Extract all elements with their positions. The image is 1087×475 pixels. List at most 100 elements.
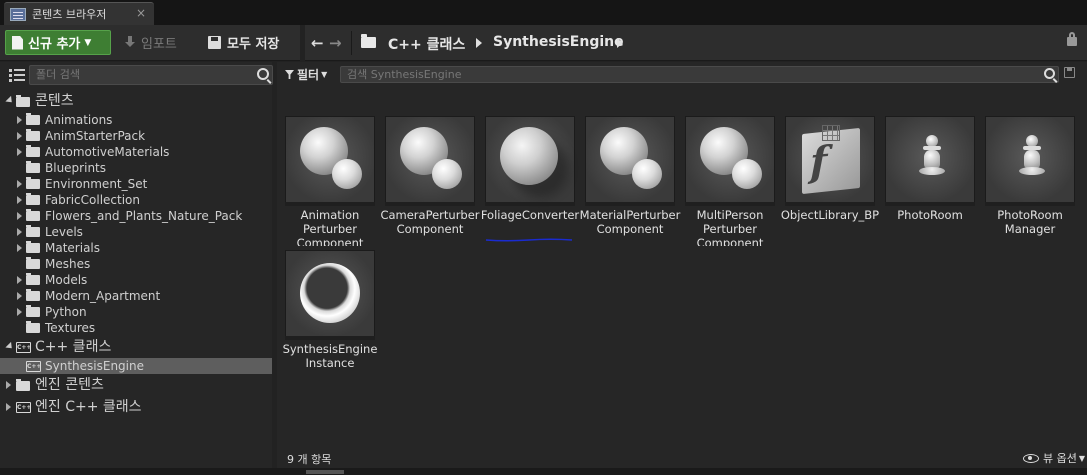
thumbnail-footer (385, 202, 475, 206)
status-bar: 9 개 항목 뷰 옵션 ▼ (277, 446, 1087, 468)
folder-icon (26, 145, 40, 157)
tree-item[interactable]: Materials (0, 240, 272, 256)
browser-frame: 신규 추가 ▼ 임포트 모두 저장 ← → C++ 클래스 SynthesisE… (0, 25, 1087, 475)
asset-tile[interactable]: PhotoRoom (885, 116, 977, 246)
collapsed-arrow-icon[interactable] (17, 196, 22, 204)
breadcrumb-arrow-icon[interactable] (476, 38, 482, 48)
tree-item[interactable]: C++ C++ 클래스 (0, 336, 272, 358)
tree-item[interactable]: Environment_Set (0, 176, 272, 192)
tree-item[interactable]: Meshes (0, 256, 272, 272)
collapsed-arrow-icon[interactable] (6, 403, 11, 411)
folder-icon (26, 113, 40, 125)
thumbnail-footer (285, 202, 375, 206)
tree-item[interactable]: Models (0, 272, 272, 288)
tree-item-label: Blueprints (45, 161, 107, 175)
asset-tile[interactable]: FoliageConverter (481, 116, 579, 246)
back-arrow-icon[interactable]: ← (311, 34, 324, 52)
asset-label: PhotoRoom (897, 208, 963, 222)
import-button[interactable]: 임포트 (124, 33, 177, 52)
tree-item[interactable]: Modern_Apartment (0, 288, 272, 304)
forward-arrow-icon[interactable]: → (329, 34, 342, 52)
asset-search-input[interactable]: 검색 SynthesisEngine (340, 66, 1059, 83)
collapsed-arrow-icon[interactable] (17, 148, 22, 156)
asset-label: FoliageConverter (480, 208, 580, 222)
asset-label: SynthesisEngine Instance (282, 342, 378, 370)
collapsed-arrow-icon[interactable] (17, 308, 22, 316)
tree-item[interactable]: Textures (0, 320, 272, 336)
tree-item[interactable]: Levels (0, 224, 272, 240)
folder-icon (26, 225, 40, 237)
tab-label: 콘텐츠 브라우저 (32, 8, 107, 21)
thumbnail-footer (685, 202, 775, 206)
collapsed-arrow-icon[interactable] (17, 132, 22, 140)
save-search-icon[interactable] (1064, 67, 1075, 78)
breadcrumb-arrow-icon[interactable] (617, 38, 623, 48)
add-new-button[interactable]: 신규 추가 ▼ (5, 30, 111, 55)
tree-item[interactable]: FabricCollection (0, 192, 272, 208)
folder-icon (26, 289, 40, 301)
close-icon[interactable]: × (136, 6, 146, 20)
annotation-underline (485, 238, 573, 242)
sources-panel: 폴더 검색 콘텐츠 Animations AnimStarterPack Automo… (0, 62, 273, 468)
collapsed-arrow-icon[interactable] (17, 116, 22, 124)
tab-content-browser[interactable]: 콘텐츠 브라우저 × (4, 2, 154, 25)
tree-item-label: Materials (45, 241, 101, 255)
folder-search-input[interactable]: 폴더 검색 (29, 65, 273, 85)
thumbnail-footer (585, 202, 675, 206)
folder-icon (26, 193, 40, 205)
folder-icon (26, 241, 40, 253)
collapsed-arrow-icon[interactable] (17, 228, 22, 236)
asset-tile[interactable]: CameraPerturber Component (380, 116, 480, 246)
tree-item-label: AutomotiveMaterials (45, 145, 170, 159)
collapsed-arrow-icon[interactable] (17, 292, 22, 300)
collapsed-arrow-icon[interactable] (17, 212, 22, 220)
sources-toggle-icon[interactable] (9, 69, 25, 82)
lock-icon[interactable] (1067, 32, 1077, 46)
tab-strip: 콘텐츠 브라우저 × (0, 0, 1087, 25)
folder-icon (26, 305, 40, 317)
breadcrumb-synthesis-engine[interactable]: SynthesisEngine (493, 34, 624, 50)
save-all-label: 모두 저장 (227, 37, 280, 52)
tree-item-label: AnimStarterPack (45, 129, 146, 143)
asset-tile[interactable]: Animation Perturber Component (285, 116, 377, 246)
tree-item[interactable]: Flowers_and_Plants_Nature_Pack (0, 208, 272, 224)
tree-item[interactable]: C++ SynthesisEngine (0, 358, 272, 374)
asset-label: ObjectLibrary_BP (780, 208, 880, 222)
tree-item[interactable]: C++ 엔진 C++ 클래스 (0, 396, 272, 418)
asset-tile[interactable]: MultiPerson Perturber Component (685, 116, 777, 246)
folder-icon (16, 379, 30, 391)
scrollbar-thumb[interactable] (306, 470, 344, 474)
tree-item-label: Textures (45, 321, 96, 335)
filter-label: 필터 (297, 68, 320, 82)
asset-tile[interactable]: SynthesisEngine Instance (283, 250, 377, 380)
tree-item[interactable]: Blueprints (0, 160, 272, 176)
tree-item-label: Python (45, 305, 87, 319)
collapsed-arrow-icon[interactable] (17, 276, 22, 284)
collapsed-arrow-icon[interactable] (17, 180, 22, 188)
view-options-button[interactable]: 뷰 옵션 ▼ (1022, 450, 1085, 466)
tree-item[interactable]: 콘텐츠 (0, 90, 272, 112)
folder-icon (26, 177, 40, 189)
collapsed-arrow-icon[interactable] (17, 244, 22, 252)
add-new-label: 신규 추가 (28, 37, 81, 52)
expanded-arrow-icon[interactable] (5, 95, 15, 106)
save-icon (208, 36, 221, 49)
tree-item-label: 엔진 C++ 클래스 (35, 399, 142, 415)
tree-item[interactable]: Python (0, 304, 272, 320)
filter-button[interactable]: 필터 ▼ (285, 66, 327, 83)
tree-item[interactable]: 엔진 콘텐츠 (0, 374, 272, 396)
save-all-button[interactable]: 모두 저장 (208, 33, 279, 52)
cpp-folder-icon: C++ (26, 361, 42, 372)
expanded-arrow-icon[interactable] (5, 341, 15, 352)
asset-tile[interactable]: MaterialPerturber Component (580, 116, 680, 246)
folder-icon[interactable] (361, 34, 376, 48)
folder-search-placeholder: 폴더 검색 (36, 68, 80, 81)
tree-item[interactable]: AutomotiveMaterials (0, 144, 272, 160)
breadcrumb-cpp-classes[interactable]: C++ 클래스 (388, 34, 465, 54)
tree-item[interactable]: Animations (0, 112, 272, 128)
tree-item[interactable]: AnimStarterPack (0, 128, 272, 144)
asset-tile[interactable]: PhotoRoom Manager (985, 116, 1077, 246)
folder-icon (16, 95, 30, 107)
asset-tile[interactable]: ObjectLibrary_BP (781, 116, 879, 246)
collapsed-arrow-icon[interactable] (6, 381, 11, 389)
